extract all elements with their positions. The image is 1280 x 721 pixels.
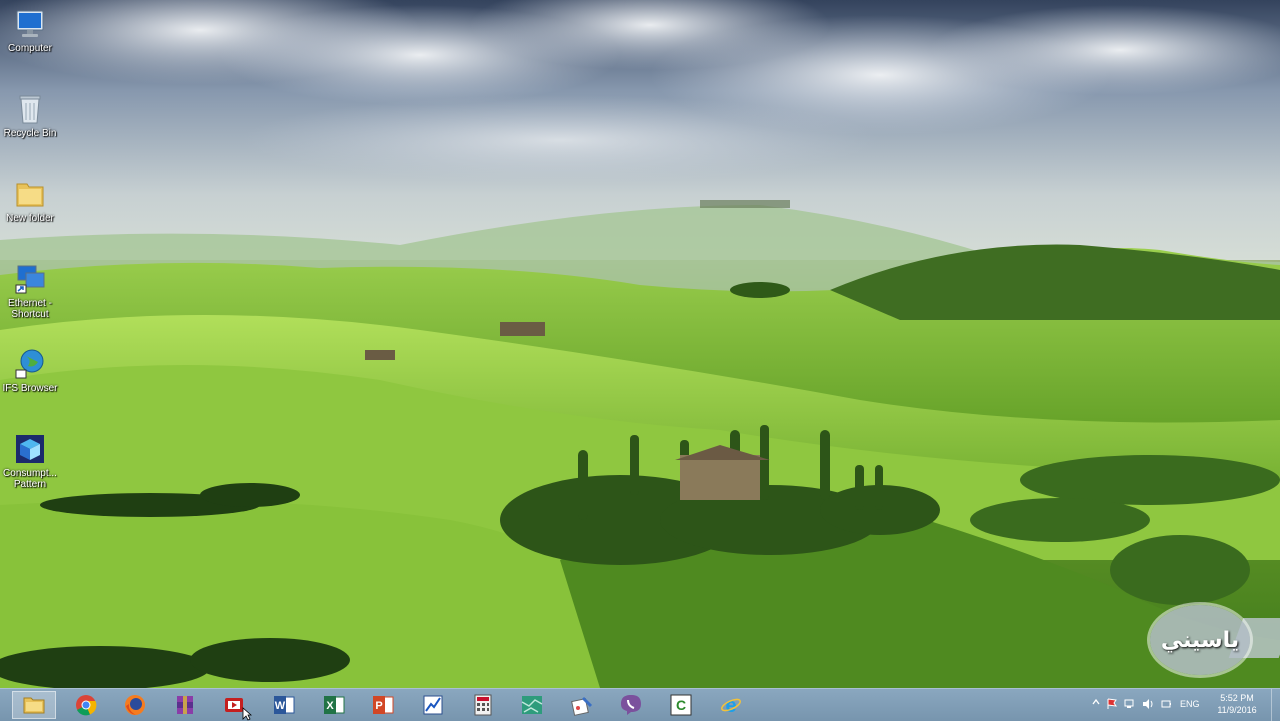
taskbar-file-explorer[interactable]	[12, 691, 56, 719]
word-icon: W	[273, 694, 295, 716]
paint-icon	[571, 694, 593, 716]
taskbar-firefox[interactable]	[113, 691, 157, 719]
viber-icon	[620, 694, 642, 716]
taskbar-map-tool[interactable]	[510, 691, 554, 719]
clock-date: 11/9/2016	[1217, 705, 1257, 715]
watermark-text: ياسيني	[1160, 627, 1240, 652]
cube-icon	[14, 433, 46, 465]
taskbar-word[interactable]: W	[262, 691, 306, 719]
word-letter: W	[275, 700, 286, 712]
desktop-icon-label: Consumpt... Pattern	[3, 468, 57, 490]
show-hidden-icons-chevron-up-icon[interactable]	[1092, 698, 1100, 712]
desktop-icon-label: Computer	[8, 43, 52, 54]
calculator-icon	[472, 694, 494, 716]
landscape-image	[0, 0, 1280, 688]
taskbar-winrar[interactable]	[163, 691, 207, 719]
system-tray: ENG 5:52 PM 11/9/2016	[1090, 689, 1280, 721]
taskbar-powerpoint[interactable]: P	[361, 691, 405, 719]
powerpoint-letter: P	[375, 700, 382, 712]
map-icon	[521, 694, 543, 716]
excel-letter: X	[326, 700, 334, 712]
camtasia-icon: C	[670, 694, 692, 716]
taskbar: W X P C e ENG 5:52 PM 11/9/2016	[0, 688, 1280, 721]
power-icon[interactable]	[1160, 698, 1172, 712]
taskbar-paint[interactable]	[560, 691, 604, 719]
taskbar-viber[interactable]	[609, 691, 653, 719]
chrome-icon	[75, 694, 97, 716]
recycle-bin-icon	[14, 93, 46, 125]
clock[interactable]: 5:52 PM 11/9/2016	[1212, 692, 1262, 716]
show-desktop-button[interactable]	[1271, 689, 1280, 721]
volume-icon[interactable]	[1142, 698, 1154, 712]
taskbar-excel[interactable]: X	[312, 691, 356, 719]
taskbar-project-tool[interactable]	[411, 691, 455, 719]
desktop-icon-label: Recycle Bin	[3, 128, 57, 139]
desktop-icon-computer[interactable]: Computer	[2, 8, 58, 54]
desktop-icon-new-folder[interactable]: New folder	[2, 178, 58, 224]
desktop-icon-label: New folder	[6, 213, 54, 224]
taskbar-camtasia[interactable]: C	[659, 691, 703, 719]
watermark-logo: ياسيني	[1150, 605, 1250, 675]
taskbar-calculator[interactable]	[461, 691, 505, 719]
desktop-icon-ifs-browser[interactable]: IFS Browser	[2, 348, 58, 394]
chart-tool-icon	[422, 694, 444, 716]
taskbar-chrome[interactable]	[64, 691, 108, 719]
folder-icon	[14, 178, 46, 210]
network-icon[interactable]	[1124, 698, 1136, 712]
desktop-icon-consumption-pattern[interactable]: Consumpt... Pattern	[2, 433, 58, 490]
firefox-icon	[124, 694, 146, 716]
powerpoint-icon: P	[372, 694, 394, 716]
network-shortcut-icon	[14, 263, 46, 295]
desktop-icon-label: IFS Browser	[2, 383, 58, 394]
mouse-cursor-icon	[242, 707, 252, 721]
globe-icon	[14, 348, 46, 380]
camtasia-letter: C	[676, 697, 686, 713]
archive-icon	[174, 694, 196, 716]
desktop-wallpaper	[0, 0, 1280, 688]
ie-letter: e	[725, 695, 736, 716]
excel-icon: X	[323, 694, 345, 716]
clock-time: 5:52 PM	[1220, 693, 1254, 703]
ie-icon: e	[720, 694, 742, 717]
taskbar-internet-explorer[interactable]: e	[709, 691, 753, 719]
computer-icon	[14, 8, 46, 40]
desktop-icon-recycle-bin[interactable]: Recycle Bin	[2, 93, 58, 139]
folder-icon	[23, 694, 45, 716]
language-indicator[interactable]: ENG	[1180, 699, 1200, 713]
action-center-flag-icon[interactable]	[1106, 698, 1118, 712]
desktop-icon-label: Ethernet - Shortcut	[8, 298, 52, 320]
desktop-icon-ethernet-shortcut[interactable]: Ethernet - Shortcut	[2, 263, 58, 320]
